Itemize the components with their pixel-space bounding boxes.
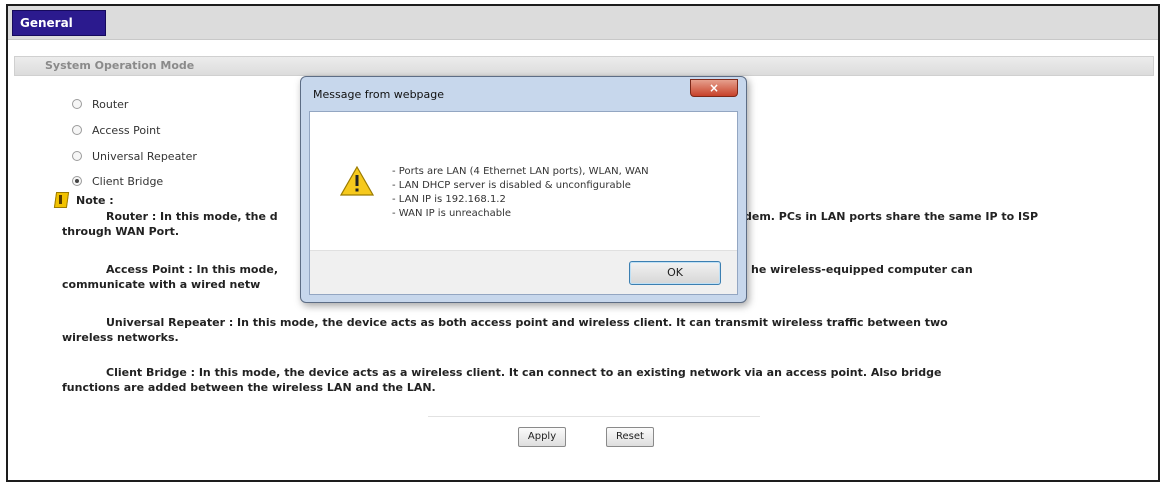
section-header: System Operation Mode — [14, 56, 1154, 76]
close-button[interactable]: × — [690, 79, 738, 97]
dialog-message-line: - Ports are LAN (4 Ethernet LAN ports), … — [392, 166, 649, 177]
radio-button[interactable] — [72, 151, 82, 161]
radio-client-bridge[interactable]: Client Bridge — [72, 173, 163, 189]
note-router-line1: Router : In this mode, the d — [106, 210, 278, 223]
reset-button[interactable]: Reset — [606, 427, 654, 447]
note-heading: Note : — [54, 192, 114, 208]
tab-bar: General — [8, 6, 1158, 40]
dialog-body: - Ports are LAN (4 Ethernet LAN ports), … — [309, 111, 738, 295]
radio-button[interactable] — [72, 99, 82, 109]
radio-label: Router — [92, 97, 129, 111]
warning-icon — [340, 166, 374, 196]
radio-label: Client Bridge — [92, 174, 164, 188]
note-cb-line2: functions are added between the wireless… — [62, 381, 436, 394]
tab-general[interactable]: General — [12, 10, 106, 36]
radio-label: Universal Repeater — [92, 149, 197, 163]
section-title: System Operation Mode — [45, 59, 195, 72]
button-divider — [428, 416, 760, 417]
dialog-message-line: - LAN IP is 192.168.1.2 — [392, 194, 506, 205]
note-ap-line1-right: he wireless-equipped computer can — [751, 263, 973, 276]
dialog-footer: OK — [310, 250, 737, 294]
dialog-message-line: - LAN DHCP server is disabled & unconfig… — [392, 180, 631, 191]
note-icon — [54, 192, 68, 208]
close-icon: × — [708, 81, 720, 95]
dialog-message-line: - WAN IP is unreachable — [392, 208, 512, 219]
radio-button-selected[interactable] — [72, 176, 82, 186]
note-router-line1-right: dem. PCs in LAN ports share the same IP … — [744, 210, 1039, 223]
note-ur-line2: wireless networks. — [62, 331, 179, 344]
message-dialog: Message from webpage × - Ports are LAN (… — [300, 76, 747, 303]
note-cb-line1: Client Bridge : In this mode, the device… — [106, 366, 942, 379]
note-title: Note : — [76, 193, 114, 207]
note-ur-line1: Universal Repeater : In this mode, the d… — [106, 316, 948, 329]
radio-button[interactable] — [72, 125, 82, 135]
apply-button[interactable]: Apply — [518, 427, 566, 447]
radio-label: Access Point — [92, 123, 161, 137]
ok-button[interactable]: OK — [629, 261, 721, 285]
radio-access-point[interactable]: Access Point — [72, 122, 160, 138]
note-ap-line1: Access Point : In this mode, — [106, 263, 278, 276]
note-universal-repeater: Universal Repeater : In this mode, the d… — [62, 315, 1118, 345]
radio-universal-repeater[interactable]: Universal Repeater — [72, 148, 197, 164]
dialog-title: Message from webpage — [313, 88, 445, 101]
note-client-bridge: Client Bridge : In this mode, the device… — [62, 365, 1118, 395]
radio-router[interactable]: Router — [72, 96, 128, 112]
